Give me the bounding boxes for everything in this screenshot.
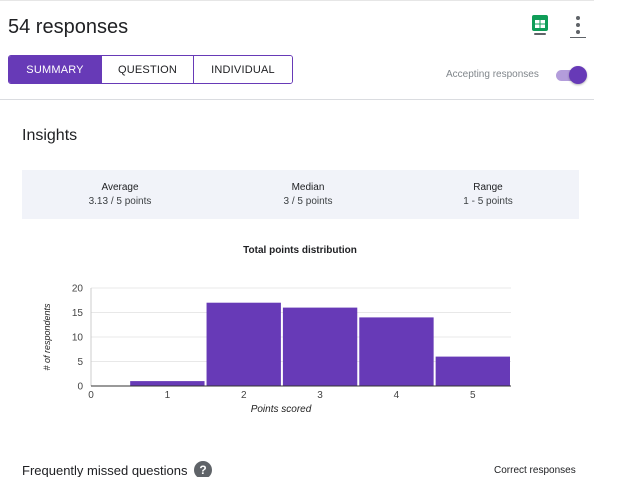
- stat-median-value: 3 / 5 points: [283, 196, 333, 207]
- tab-summary[interactable]: SUMMARY: [9, 56, 102, 83]
- x-tick-label: 3: [317, 390, 323, 401]
- stat-median-label: Median: [291, 182, 325, 193]
- header-divider: [0, 99, 594, 100]
- right-margin: [594, 0, 636, 477]
- stat-average-label: Average: [101, 182, 139, 193]
- x-axis-title: Points scored: [251, 404, 312, 415]
- responses-title: 54 responses: [8, 16, 129, 38]
- x-tick-label: 4: [394, 390, 400, 401]
- stat-range: Range 1 - 5 points: [413, 182, 563, 207]
- stat-average: Average 3.13 / 5 points: [45, 182, 195, 207]
- top-border: [0, 0, 594, 1]
- insights-heading: Insights: [22, 127, 78, 144]
- stat-median: Median 3 / 5 points: [233, 182, 383, 207]
- bar-5: [435, 356, 510, 386]
- x-tick-label: 1: [165, 390, 171, 401]
- tab-question[interactable]: QUESTION: [102, 56, 194, 83]
- bar-3: [282, 307, 358, 386]
- accepting-responses-toggle[interactable]: [555, 66, 587, 84]
- view-tabs: SUMMARY QUESTION INDIVIDUAL: [8, 55, 293, 84]
- x-tick-label: 2: [241, 390, 247, 401]
- insights-stats-panel: Average 3.13 / 5 points Median 3 / 5 poi…: [22, 170, 579, 219]
- bar-2: [206, 302, 281, 386]
- y-tick-label: 0: [77, 382, 83, 393]
- stat-range-label: Range: [473, 182, 503, 193]
- correct-responses-label: Correct responses: [494, 465, 576, 476]
- x-tick-label: 0: [88, 390, 94, 401]
- points-distribution-chart: 0 5 10 15 20 0 1 2 3 4 5 Points scored # of responde…: [42, 284, 511, 415]
- tab-individual[interactable]: INDIVIDUAL: [194, 56, 292, 83]
- x-tick-label: 5: [470, 390, 476, 401]
- chart-title: Total points distribution: [243, 245, 357, 256]
- frequently-missed-heading: Frequently missed questions: [22, 463, 188, 477]
- bar-1: [130, 381, 205, 386]
- y-tick-label: 10: [72, 333, 84, 344]
- stat-range-value: 1 - 5 points: [463, 196, 513, 207]
- y-tick-label: 5: [77, 357, 83, 368]
- more-vert-icon[interactable]: [570, 14, 586, 38]
- y-tick-label: 15: [72, 308, 84, 319]
- help-icon[interactable]: ?: [194, 461, 212, 477]
- stat-average-value: 3.13 / 5 points: [88, 196, 152, 207]
- y-axis-title: # of respondents: [42, 303, 52, 371]
- y-tick-label: 20: [72, 284, 84, 295]
- accepting-responses-label: Accepting responses: [446, 69, 539, 80]
- bar-4: [359, 317, 434, 386]
- sheets-icon[interactable]: [531, 14, 549, 36]
- toggle-knob: [569, 66, 587, 84]
